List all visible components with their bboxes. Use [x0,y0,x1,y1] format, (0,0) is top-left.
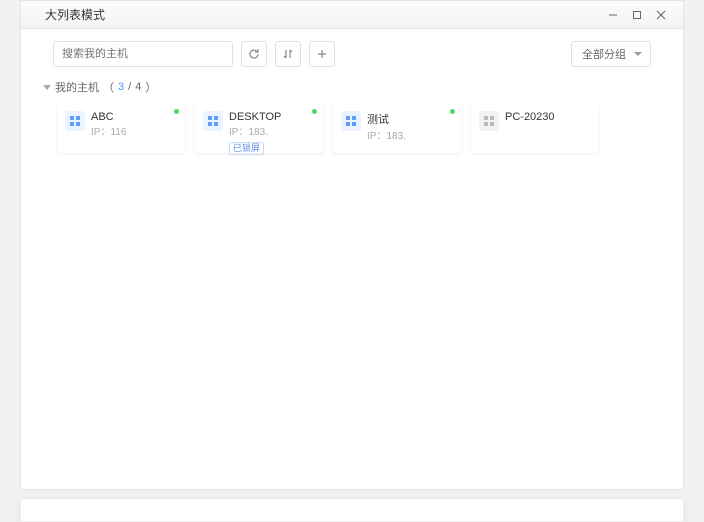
host-icon [65,111,85,131]
window-title: 大列表模式 [45,6,105,23]
sort-button[interactable] [275,41,301,67]
host-name: DESKTOP [229,111,315,123]
total-count: 4 [135,81,141,93]
group-header[interactable]: 我的主机 （3/4） [21,79,683,103]
host-ip: IP：116 [91,123,177,138]
host-card[interactable]: ABC IP：116 [57,103,185,153]
online-count: 3 [118,81,124,93]
host-ip: IP：183. [229,123,315,138]
dropdown-label: 全部分组 [582,46,626,62]
close-button[interactable] [649,5,673,25]
maximize-button[interactable] [625,5,649,25]
host-name: PC-20230 [505,111,591,123]
host-icon [479,111,499,131]
status-online-icon [312,109,317,114]
toolbar: 全部分组 [21,29,683,79]
group-label: 我的主机 [55,79,99,95]
footer-panel [20,498,684,522]
host-icon [203,111,223,131]
host-icon [341,111,361,131]
host-name: 测试 [367,111,453,127]
status-badge: 已锁屏 [229,142,264,155]
host-name: ABC [91,111,177,123]
search-input[interactable] [53,41,233,67]
host-ip: IP：183. [367,127,453,142]
host-card[interactable]: DESKTOP IP：183. 已锁屏 [195,103,323,153]
minimize-button[interactable] [601,5,625,25]
refresh-button[interactable] [241,41,267,67]
host-card[interactable]: PC-20230 [471,103,599,153]
chevron-down-icon [43,85,51,90]
group-filter-dropdown[interactable]: 全部分组 [571,41,651,67]
plus-icon [316,48,328,60]
titlebar: 大列表模式 [21,1,683,29]
refresh-icon [248,48,260,60]
add-button[interactable] [309,41,335,67]
status-online-icon [174,109,179,114]
sort-icon [282,48,294,60]
status-online-icon [450,109,455,114]
host-card[interactable]: 测试 IP：183. [333,103,461,153]
hosts-grid: ABC IP：116 DESKTOP IP：183. 已锁屏 测试 IP：183… [21,103,683,153]
